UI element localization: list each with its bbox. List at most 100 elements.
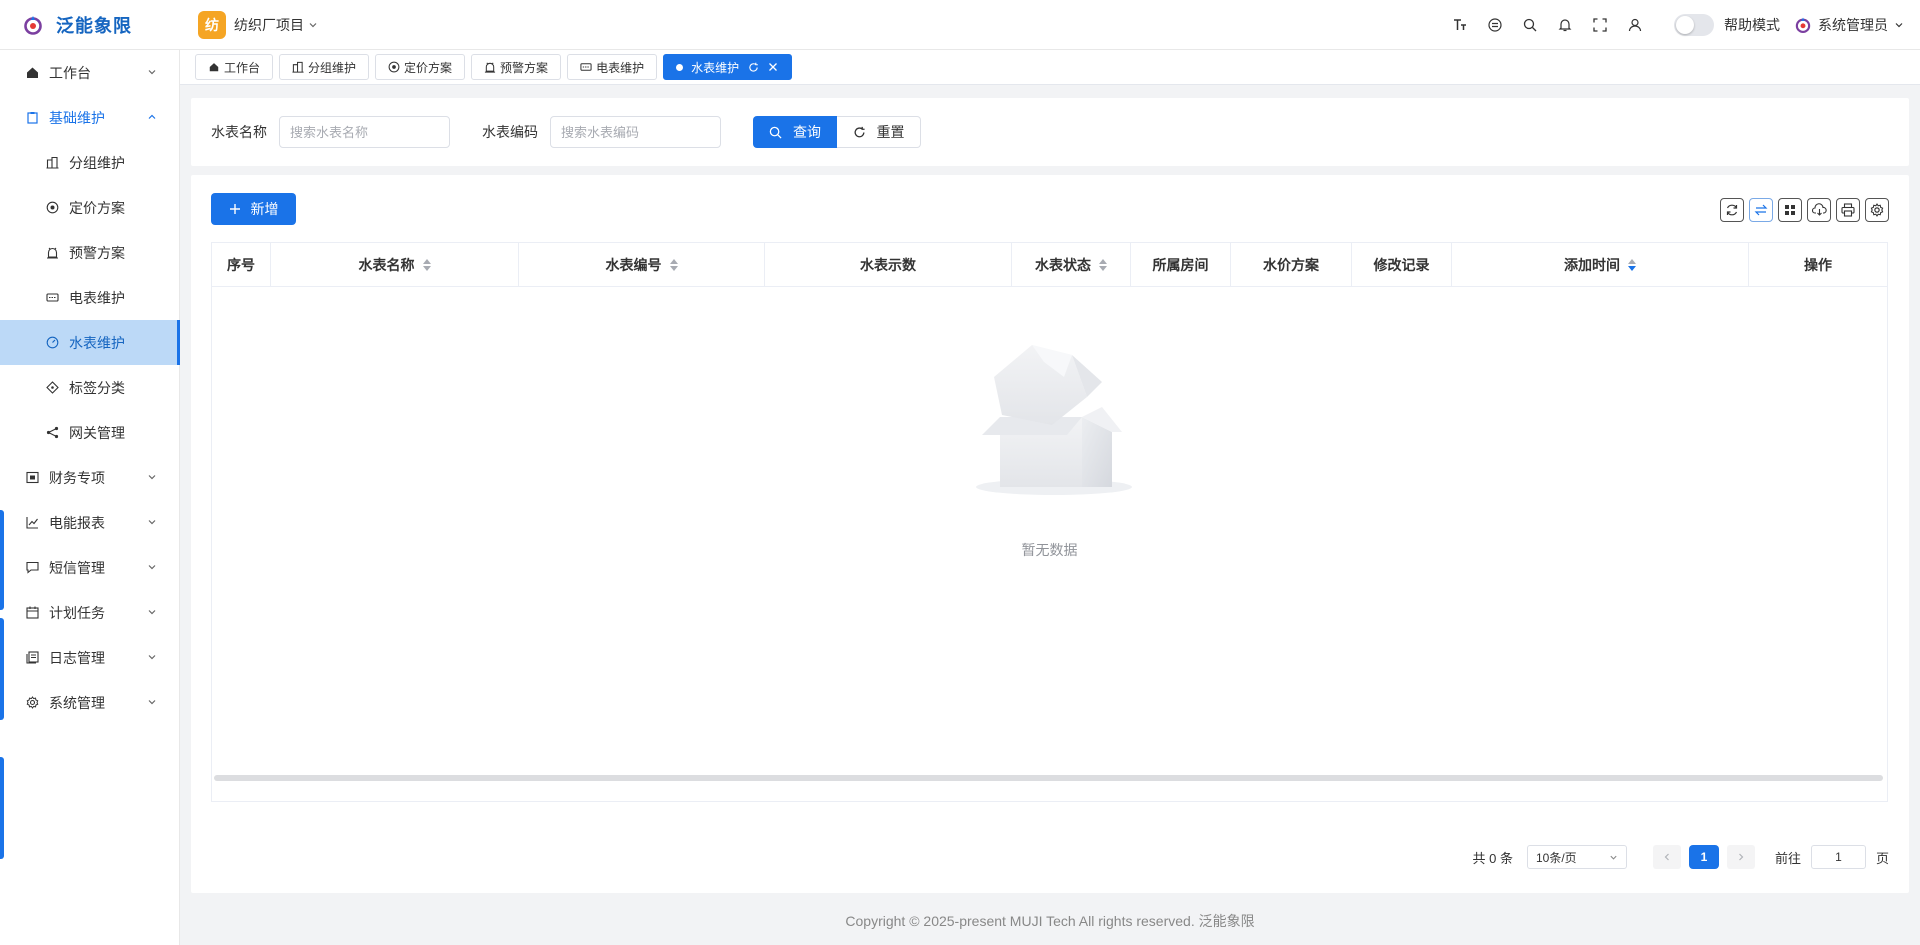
- column-header-water-price-plan: 水价方案: [1231, 243, 1352, 287]
- edge-handle[interactable]: [0, 618, 4, 720]
- sidebar-item-pricing-plan[interactable]: 定价方案: [0, 185, 179, 230]
- sidebar-item-energy-report[interactable]: 电能报表: [0, 500, 179, 545]
- column-header-meter-name[interactable]: 水表名称: [271, 243, 519, 287]
- prev-page-button[interactable]: [1652, 845, 1681, 869]
- share-icon: [45, 426, 59, 440]
- tab-label: 预警方案: [500, 60, 549, 75]
- swap-icon[interactable]: [1749, 198, 1773, 222]
- user-icon[interactable]: [1617, 0, 1652, 50]
- column-label: 水表编号: [605, 257, 662, 273]
- active-dot: [676, 63, 684, 71]
- grid-icon[interactable]: [1778, 198, 1802, 222]
- tab-group-maintenance[interactable]: 分组维护: [279, 54, 370, 80]
- column-header-added-time[interactable]: 添加时间: [1452, 243, 1749, 287]
- sidebar-item-alert-plan[interactable]: 预警方案: [0, 230, 179, 275]
- copyright: Copyright © 2025-present MUJI Tech All r…: [845, 913, 1255, 929]
- sort-icon[interactable]: [669, 259, 678, 271]
- sidebar-item-basic-maintenance[interactable]: 基础维护: [0, 95, 179, 140]
- page-number[interactable]: 1: [1688, 845, 1719, 869]
- page-size-select[interactable]: 10条/页: [1526, 845, 1627, 869]
- chevron-down-icon: [148, 700, 156, 705]
- bell-icon[interactable]: [1547, 0, 1582, 50]
- meter-name-label: 水表名称: [211, 124, 267, 140]
- sort-icon[interactable]: [1628, 259, 1636, 271]
- sidebar-item-scheduled-tasks[interactable]: 计划任务: [0, 590, 179, 635]
- sort-icon[interactable]: [422, 259, 431, 271]
- sidebar-item-finance[interactable]: 财务专项: [0, 455, 179, 500]
- chart-icon: [25, 516, 39, 530]
- reset-button[interactable]: 重置: [837, 116, 921, 148]
- tab-water-meter[interactable]: 水表维护: [663, 54, 793, 80]
- goto-label: 前往: [1774, 850, 1801, 866]
- sidebar-item-logs[interactable]: 日志管理: [0, 635, 179, 680]
- column-label: 所属房间: [1152, 257, 1209, 273]
- column-header-meter-status[interactable]: 水表状态: [1012, 243, 1131, 287]
- sidebar-item-label: 基础维护: [49, 109, 105, 126]
- sidebar-item-workbench[interactable]: 工作台: [0, 50, 179, 95]
- meter-icon: [580, 61, 592, 73]
- help-mode-label: 帮助模式: [1724, 17, 1780, 33]
- logo-icon: [24, 15, 42, 35]
- toggle-knob: [1676, 16, 1694, 34]
- column-header-meter-number[interactable]: 水表编号: [519, 243, 765, 287]
- search-panel: 水表名称 水表编码 查询 重置: [191, 98, 1909, 166]
- query-button[interactable]: 查询: [753, 116, 837, 148]
- sidebar-item-label: 日志管理: [49, 649, 105, 666]
- language-icon[interactable]: [1477, 0, 1512, 50]
- price-icon: [388, 61, 400, 73]
- meter-code-input[interactable]: [550, 116, 721, 148]
- sidebar-item-label: 系统管理: [49, 694, 105, 711]
- next-page-button[interactable]: [1726, 845, 1755, 869]
- help-mode-toggle[interactable]: [1674, 14, 1714, 36]
- search-icon[interactable]: [1512, 0, 1547, 50]
- log-icon: [25, 651, 39, 665]
- sidebar-item-gateway[interactable]: 网关管理: [0, 410, 179, 455]
- sidebar-item-water-meter[interactable]: 水表维护: [0, 320, 180, 365]
- building-icon: [292, 61, 304, 73]
- user-menu[interactable]: 系统管理员: [1794, 15, 1904, 35]
- tab-electric-meter[interactable]: 电表维护: [567, 54, 658, 80]
- meter-name-input[interactable]: [279, 116, 450, 148]
- column-label: 添加时间: [1564, 257, 1620, 273]
- refresh-icon[interactable]: [1720, 198, 1744, 222]
- sidebar-item-electric-meter[interactable]: 电表维护: [0, 275, 179, 320]
- column-label: 修改记录: [1373, 257, 1430, 273]
- sidebar-item-label: 计划任务: [49, 604, 105, 621]
- sidebar-item-sms[interactable]: 短信管理: [0, 545, 179, 590]
- add-button[interactable]: 新增: [211, 193, 296, 225]
- user-name: 系统管理员: [1818, 17, 1888, 33]
- settings-icon[interactable]: [1865, 198, 1889, 222]
- app-logo[interactable]: 泛能象限: [0, 0, 180, 50]
- print-icon[interactable]: [1836, 198, 1860, 222]
- close-icon[interactable]: [767, 61, 779, 73]
- column-header-room: 所属房间: [1131, 243, 1231, 287]
- chevron-left-icon: [1664, 853, 1669, 861]
- tab-alert-plan[interactable]: 预警方案: [471, 54, 562, 80]
- column-label: 水表名称: [358, 257, 415, 273]
- edge-handle[interactable]: [0, 757, 4, 859]
- tab-pricing-plan[interactable]: 定价方案: [375, 54, 466, 80]
- gear-icon: [25, 696, 39, 710]
- sort-icon[interactable]: [1099, 259, 1107, 271]
- font-size-icon[interactable]: [1442, 0, 1477, 50]
- table-card: 新增 序号 水表名称 水表编号 水表示数 水表状态 所属房间 水价方案 修改记录…: [191, 175, 1909, 893]
- column-header-index: 序号: [212, 243, 271, 287]
- refresh-icon[interactable]: [747, 61, 759, 73]
- fullscreen-icon[interactable]: [1582, 0, 1617, 50]
- project-selector[interactable]: 纺 纺织厂项目: [198, 10, 318, 39]
- search-icon: [769, 125, 783, 139]
- chevron-down-icon: [148, 520, 156, 525]
- edge-handle[interactable]: [0, 510, 4, 610]
- sidebar-item-group-maintenance[interactable]: 分组维护: [0, 140, 179, 185]
- column-header-change-log: 修改记录: [1352, 243, 1452, 287]
- tab-workbench[interactable]: 工作台: [195, 54, 274, 80]
- goto-page-input[interactable]: [1810, 845, 1866, 869]
- sidebar-item-system[interactable]: 系统管理: [0, 680, 179, 725]
- horizontal-scrollbar[interactable]: [214, 775, 1883, 781]
- sidebar-item-tag-category[interactable]: 标签分类: [0, 365, 179, 410]
- chevron-down-icon: [148, 70, 156, 75]
- cloud-download-icon[interactable]: [1807, 198, 1831, 222]
- column-label: 水表状态: [1035, 257, 1091, 273]
- chevron-down-icon: [1610, 855, 1617, 860]
- tag-icon: [45, 381, 59, 395]
